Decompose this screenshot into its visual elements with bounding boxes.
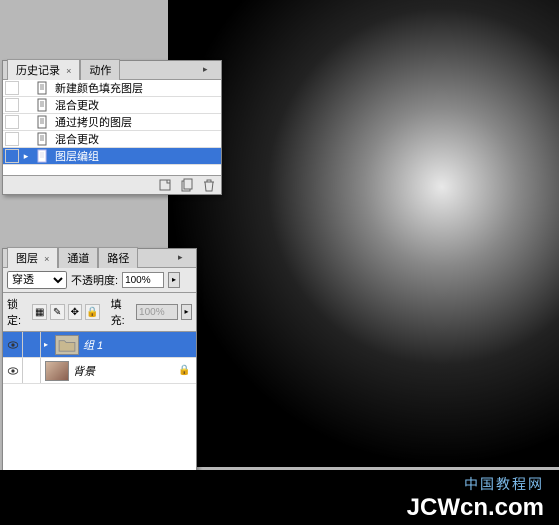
- lock-move-icon[interactable]: ✥: [68, 304, 83, 320]
- tab-label: 动作: [89, 65, 111, 77]
- history-footer: [3, 176, 221, 194]
- eye-icon: [7, 367, 19, 375]
- history-panel-tabs: 历史记录 × 动作: [3, 61, 221, 80]
- lock-all-icon[interactable]: 🔒: [85, 304, 100, 320]
- tab-history[interactable]: 历史记录 ×: [7, 59, 80, 80]
- history-item[interactable]: 混合更改: [3, 131, 221, 148]
- panel-menu-icon[interactable]: [178, 251, 192, 263]
- tab-label: 图层: [16, 253, 38, 265]
- document-icon: [34, 81, 50, 95]
- lock-icon: 🔒: [178, 365, 192, 376]
- tab-label: 通道: [67, 253, 89, 265]
- layer-row[interactable]: ▸ 组 1: [3, 332, 196, 358]
- watermark-en: JCWcn.com: [407, 494, 544, 522]
- expand-arrow-icon[interactable]: ▸: [41, 340, 51, 349]
- layers-list: ▸ 组 1 背景 🔒: [3, 332, 196, 472]
- document-icon: [34, 115, 50, 129]
- history-label: 通过拷贝的图层: [53, 114, 219, 130]
- history-label: 混合更改: [53, 97, 219, 113]
- layer-name[interactable]: 背景: [73, 363, 178, 379]
- opacity-input[interactable]: [122, 272, 164, 288]
- panel-menu-icon[interactable]: [203, 63, 217, 75]
- history-snapshot-col[interactable]: [5, 132, 19, 146]
- link-col[interactable]: [23, 332, 41, 357]
- opacity-slider-arrow[interactable]: ▸: [168, 272, 180, 288]
- history-panel: 历史记录 × 动作 新建颜色填充图层 混合更改 通过拷贝的图层: [2, 60, 222, 195]
- tab-label: 历史记录: [16, 65, 60, 77]
- visibility-toggle[interactable]: [3, 358, 23, 383]
- visibility-toggle[interactable]: [3, 332, 23, 357]
- document-icon: [34, 149, 50, 163]
- history-item[interactable]: 通过拷贝的图层: [3, 114, 221, 131]
- layer-name[interactable]: 组 1: [83, 337, 196, 353]
- history-item[interactable]: 新建颜色填充图层: [3, 80, 221, 97]
- history-item[interactable]: ▸ 图层编组: [3, 148, 221, 165]
- history-snapshot-col[interactable]: [5, 115, 19, 129]
- history-snapshot-col[interactable]: [5, 81, 19, 95]
- layer-row[interactable]: 背景 🔒: [3, 358, 196, 384]
- document-icon: [34, 98, 50, 112]
- link-col[interactable]: [23, 358, 41, 383]
- lock-brush-icon[interactable]: ✎: [50, 304, 65, 320]
- history-snapshot-col[interactable]: [5, 98, 19, 112]
- history-label: 混合更改: [53, 131, 219, 147]
- blend-mode-select[interactable]: 穿透: [7, 271, 67, 289]
- layers-options: 穿透 不透明度: ▸: [3, 268, 196, 293]
- document-icon: [34, 132, 50, 146]
- history-list: 新建颜色填充图层 混合更改 通过拷贝的图层 混合更改 ▸ 图层编组: [3, 80, 221, 176]
- new-document-icon[interactable]: [157, 178, 173, 192]
- history-snapshot-col[interactable]: [5, 149, 19, 163]
- document-image[interactable]: [168, 0, 559, 467]
- eye-icon: [7, 341, 19, 349]
- tab-actions[interactable]: 动作: [80, 59, 120, 80]
- close-icon[interactable]: ×: [66, 66, 71, 76]
- fill-input: [136, 304, 178, 320]
- canvas-area[interactable]: [168, 0, 559, 467]
- fill-label: 填充:: [111, 296, 133, 328]
- layer-thumbnail: [45, 361, 69, 381]
- tab-paths[interactable]: 路径: [98, 247, 138, 268]
- layers-panel: 图层 × 通道 路径 穿透 不透明度: ▸ 锁定: ▦ ✎ ✥ 🔒 填充: ▸: [2, 248, 197, 478]
- opacity-label: 不透明度:: [71, 272, 118, 288]
- layers-lock-row: 锁定: ▦ ✎ ✥ 🔒 填充: ▸: [3, 293, 196, 332]
- folder-icon: [55, 335, 79, 355]
- watermark: 中国教程网 JCWcn.com: [0, 470, 559, 525]
- lock-label: 锁定:: [7, 296, 29, 328]
- tab-layers[interactable]: 图层 ×: [7, 247, 58, 268]
- watermark-cn: 中国教程网: [464, 474, 544, 494]
- close-icon[interactable]: ×: [44, 254, 49, 264]
- history-marker: ▸: [21, 151, 31, 162]
- lock-transparency-icon[interactable]: ▦: [32, 304, 47, 320]
- history-label: 新建颜色填充图层: [53, 80, 219, 96]
- new-snapshot-icon[interactable]: [179, 178, 195, 192]
- history-item[interactable]: 混合更改: [3, 97, 221, 114]
- history-label: 图层编组: [53, 148, 219, 164]
- trash-icon[interactable]: [201, 178, 217, 192]
- tab-label: 路径: [107, 253, 129, 265]
- layers-panel-tabs: 图层 × 通道 路径: [3, 249, 196, 268]
- fill-slider-arrow[interactable]: ▸: [181, 304, 192, 320]
- tab-channels[interactable]: 通道: [58, 247, 98, 268]
